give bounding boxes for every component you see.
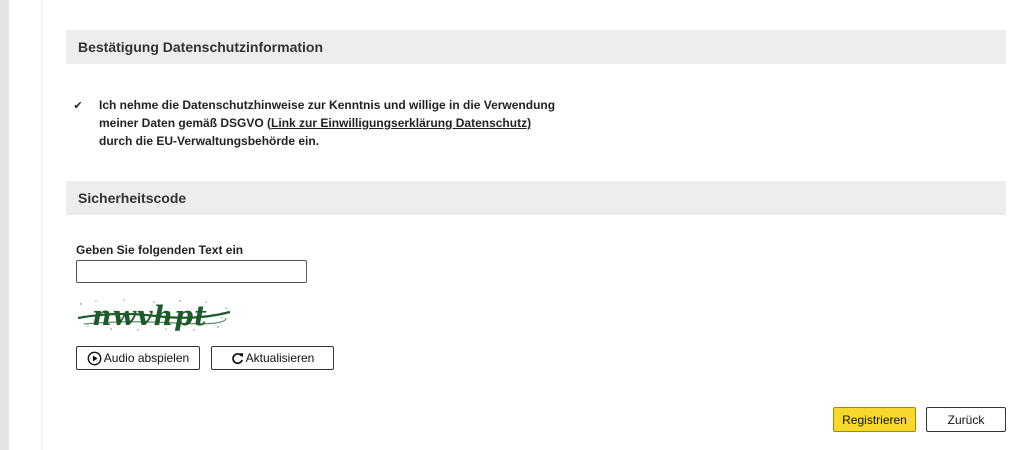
security-section-header: Sicherheitscode	[66, 181, 1006, 215]
register-button[interactable]: Registrieren	[833, 407, 916, 432]
privacy-section-header: Bestätigung Datenschutzinformation	[66, 30, 1006, 64]
left-sidebar-strip	[0, 0, 9, 450]
captcha-input-label: Geben Sie folgenden Text ein	[76, 243, 244, 257]
consent-row: ✔ Ich nehme die Datenschutzhinweise zur …	[70, 96, 559, 150]
security-section-title: Sicherheitscode	[78, 190, 187, 206]
play-audio-button[interactable]: Audio abspielen	[76, 346, 200, 370]
privacy-section-title: Bestätigung Datenschutzinformation	[78, 39, 324, 55]
play-audio-label: Audio abspielen	[103, 351, 190, 365]
refresh-label: Aktualisieren	[245, 351, 315, 365]
captcha-text: nwvhpt	[92, 301, 208, 332]
consent-declaration-link[interactable]: Link zur Einwilligungserklärung Datensch…	[271, 116, 531, 130]
play-icon	[87, 351, 102, 365]
refresh-captcha-button[interactable]: Aktualisieren	[211, 346, 334, 370]
captcha-input[interactable]	[76, 260, 307, 283]
consent-text: Ich nehme die Datenschutzhinweise zur Ke…	[99, 96, 559, 150]
refresh-icon	[231, 352, 243, 364]
captcha-image: nwvhpt	[76, 296, 232, 334]
back-button[interactable]: Zurück	[926, 407, 1006, 432]
consent-text-after: durch die EU-Verwaltungsbehörde ein.	[99, 134, 320, 148]
consent-checkbox[interactable]: ✔	[70, 97, 86, 113]
content-divider	[41, 0, 42, 450]
checkmark-icon: ✔	[73, 99, 83, 112]
